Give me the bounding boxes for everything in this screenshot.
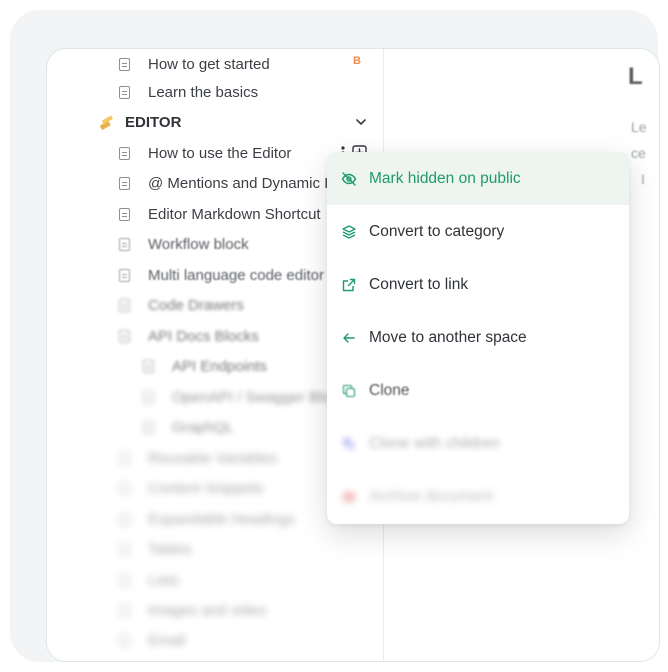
content-heading-fragment: L bbox=[628, 63, 643, 90]
copy-icon bbox=[341, 383, 357, 399]
sidebar-item-how-to-use-editor[interactable]: How to use the Editor bbox=[119, 138, 291, 168]
sidebar-item-learn-basics[interactable]: Learn the basics bbox=[119, 77, 258, 107]
menu-item-convert-category[interactable]: Convert to category bbox=[327, 205, 629, 258]
sidebar-item-images-video[interactable]: Images and video bbox=[119, 595, 266, 625]
sidebar-item-expandable-headings[interactable]: Expandable Headings bbox=[119, 504, 295, 534]
document-icon bbox=[119, 633, 130, 647]
sidebar-item-label: Images and video bbox=[148, 601, 267, 619]
menu-item-label: Move to another space bbox=[369, 328, 527, 346]
document-icon bbox=[119, 573, 130, 587]
sidebar-item-code-drawers[interactable]: Code Drawers bbox=[119, 290, 244, 320]
sidebar-item-lists[interactable]: Lists bbox=[119, 565, 179, 595]
sidebar-item-label: GraphQL bbox=[172, 418, 234, 436]
sidebar-item-label: How to get started bbox=[148, 55, 270, 73]
sidebar-item-get-started[interactable]: How to get started bbox=[119, 49, 270, 79]
document-icon bbox=[119, 329, 130, 343]
document-icon bbox=[143, 390, 154, 404]
menu-item-mark-hidden[interactable]: Mark hidden on public bbox=[327, 152, 629, 205]
document-icon bbox=[119, 542, 130, 556]
sidebar-item-label: OpenAPI / Swagger Blo bbox=[172, 388, 331, 406]
menu-item-label: Convert to link bbox=[369, 275, 469, 293]
document-icon bbox=[119, 481, 130, 495]
section-header-editor[interactable]: EDITOR bbox=[99, 107, 369, 137]
eye-off-icon bbox=[341, 171, 357, 187]
sidebar-item-label: Reusable Variables bbox=[148, 449, 277, 467]
context-menu: Mark hidden on public Convert to categor… bbox=[327, 152, 629, 524]
sidebar-item-label: @ Mentions and Dynamic I bbox=[148, 174, 329, 192]
sidebar-item-label: Expandable Headings bbox=[148, 510, 295, 528]
menu-item-archive[interactable]: Archive document bbox=[327, 470, 629, 523]
section-title: EDITOR bbox=[125, 113, 182, 131]
archive-icon bbox=[341, 489, 357, 505]
menu-item-clone[interactable]: Clone bbox=[327, 364, 629, 417]
sidebar-item-api-endpoints[interactable]: API Endpoints bbox=[143, 351, 267, 381]
sidebar-item-workflow-block[interactable]: Workflow block bbox=[119, 229, 249, 259]
menu-item-move-space[interactable]: Move to another space bbox=[327, 311, 629, 364]
menu-item-convert-link[interactable]: Convert to link bbox=[327, 258, 629, 311]
sidebar-item-mentions[interactable]: @ Mentions and Dynamic I bbox=[119, 168, 328, 198]
sidebar-item-multi-language-editor[interactable]: Multi language code editor bbox=[119, 260, 324, 290]
sidebar-item-api-docs-blocks[interactable]: API Docs Blocks bbox=[119, 321, 259, 351]
sidebar-item-label: API Endpoints bbox=[172, 357, 268, 375]
sidebar-item-label: Email bbox=[148, 631, 186, 649]
sidebar-item-markdown-shortcuts[interactable]: Editor Markdown Shortcut bbox=[119, 199, 321, 229]
document-icon bbox=[119, 146, 130, 160]
copy-children-icon bbox=[341, 436, 357, 452]
chevron-down-icon[interactable] bbox=[355, 118, 367, 126]
document-icon bbox=[119, 512, 130, 526]
sidebar-item-label: Editor Markdown Shortcut bbox=[148, 205, 321, 223]
menu-item-label: Clone bbox=[369, 381, 410, 399]
document-icon bbox=[143, 359, 154, 373]
document-icon bbox=[119, 176, 130, 190]
sidebar-item-tables[interactable]: Tables bbox=[119, 534, 191, 564]
content-text-fragment: I bbox=[641, 171, 645, 187]
content-text-fragment: Le bbox=[631, 119, 647, 135]
layers-icon bbox=[341, 224, 357, 240]
sidebar-item-email[interactable]: Email bbox=[119, 625, 186, 655]
document-icon bbox=[143, 420, 154, 434]
sidebar-item-label: Content Snippets bbox=[148, 479, 264, 497]
document-icon bbox=[119, 268, 130, 282]
document-icon bbox=[119, 57, 130, 71]
sidebar-item-reusable-variables[interactable]: Reusable Variables bbox=[119, 443, 277, 473]
sidebar-item-label: Code Drawers bbox=[148, 296, 244, 314]
sidebar-item-content-snippets[interactable]: Content Snippets bbox=[119, 473, 263, 503]
sidebar-item-label: Lists bbox=[148, 571, 179, 589]
sidebar-item-graphql[interactable]: GraphQL bbox=[143, 412, 234, 442]
sidebar-item-openapi-swagger[interactable]: OpenAPI / Swagger Blo bbox=[143, 382, 330, 412]
menu-item-clone-children[interactable]: Clone with children bbox=[327, 417, 629, 470]
external-link-icon bbox=[341, 277, 357, 293]
sidebar-item-label: Workflow block bbox=[148, 235, 249, 253]
document-icon bbox=[119, 603, 130, 617]
sidebar-item-label: Tables bbox=[148, 540, 192, 558]
pencil-emoji-icon bbox=[100, 115, 113, 130]
badge: B bbox=[353, 55, 361, 67]
sidebar-item-label: Multi language code editor bbox=[148, 266, 324, 284]
document-icon bbox=[119, 298, 130, 312]
document-icon bbox=[119, 207, 130, 221]
document-icon bbox=[119, 451, 130, 465]
document-icon bbox=[119, 237, 130, 251]
sidebar-item-label: How to use the Editor bbox=[148, 144, 292, 162]
menu-item-label: Archive document bbox=[369, 487, 494, 505]
menu-item-label: Clone with children bbox=[369, 434, 500, 452]
content-text-fragment: ce bbox=[631, 145, 646, 161]
menu-item-label: Mark hidden on public bbox=[369, 169, 521, 187]
document-icon bbox=[119, 85, 130, 99]
sidebar-item-label: Learn the basics bbox=[148, 83, 259, 101]
arrow-left-icon bbox=[341, 330, 357, 346]
sidebar-item-label: API Docs Blocks bbox=[148, 327, 259, 345]
menu-item-label: Convert to category bbox=[369, 222, 505, 240]
